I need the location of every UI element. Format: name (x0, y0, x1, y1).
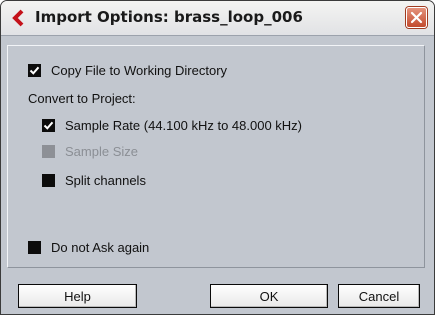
copy-file-label: Copy File to Working Directory (51, 63, 228, 78)
checkmark-icon (29, 66, 40, 75)
split-channels-option[interactable]: Split channels (42, 173, 146, 188)
import-options-dialog: Import Options: brass_loop_006 Copy File… (0, 0, 435, 315)
convert-to-project-heading: Convert to Project: (28, 91, 136, 106)
do-not-ask-label: Do not Ask again (51, 240, 150, 255)
do-not-ask-option[interactable]: Do not Ask again (28, 240, 149, 255)
split-channels-label: Split channels (65, 173, 146, 188)
sample-size-checkbox (42, 145, 55, 158)
do-not-ask-checkbox[interactable] (28, 241, 41, 254)
close-button[interactable] (406, 7, 427, 28)
sample-size-label: Sample Size (65, 144, 138, 159)
sample-rate-checkbox[interactable] (42, 119, 55, 132)
copy-file-option[interactable]: Copy File to Working Directory (28, 63, 227, 78)
copy-file-checkbox[interactable] (28, 64, 41, 77)
help-button[interactable]: Help (18, 284, 137, 308)
ok-button[interactable]: OK (210, 284, 328, 308)
cancel-button[interactable]: Cancel (338, 284, 420, 308)
checkmark-icon (43, 121, 54, 130)
cubase-logo-icon (11, 9, 29, 27)
title-bar[interactable]: Import Options: brass_loop_006 (1, 1, 434, 36)
sample-size-option: Sample Size (42, 144, 138, 159)
sample-rate-option[interactable]: Sample Rate (44.100 kHz to 48.000 kHz) (42, 118, 302, 133)
sample-rate-label: Sample Rate (44.100 kHz to 48.000 kHz) (65, 118, 303, 133)
dialog-title: Import Options: brass_loop_006 (35, 8, 303, 26)
split-channels-checkbox[interactable] (42, 174, 55, 187)
close-icon (410, 11, 423, 24)
